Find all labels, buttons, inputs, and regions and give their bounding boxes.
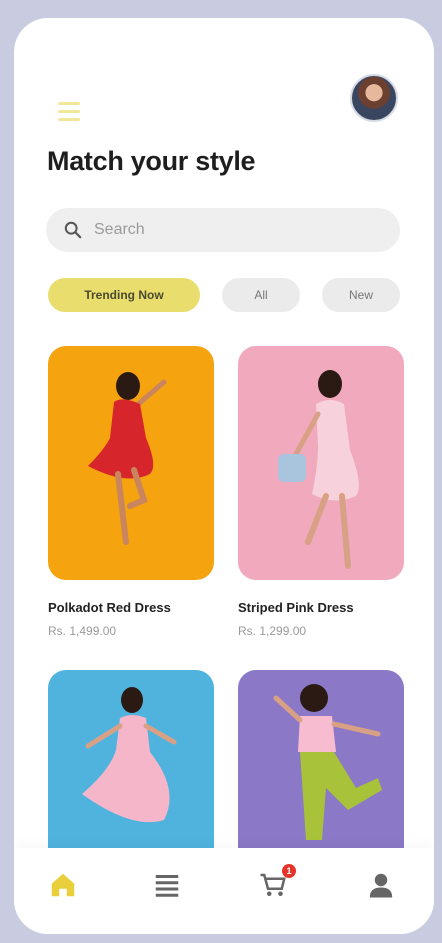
- home-icon[interactable]: [48, 870, 82, 904]
- product-image-polkadot-red-dress[interactable]: [48, 346, 214, 580]
- product-price: Rs. 1,499.00: [48, 624, 117, 638]
- bottom-navigation: 1: [14, 848, 434, 934]
- filter-chip-trending[interactable]: Trending Now: [48, 278, 200, 312]
- product-name[interactable]: Polkadot Red Dress: [48, 600, 171, 615]
- filter-chip-all[interactable]: All: [222, 278, 300, 312]
- avatar[interactable]: [350, 74, 398, 122]
- filter-chip-new[interactable]: New: [322, 278, 400, 312]
- search-input[interactable]: [92, 220, 376, 240]
- profile-icon[interactable]: [366, 870, 400, 904]
- product-price: Rs. 1,299.00: [238, 624, 307, 638]
- product-image-striped-pink-dress[interactable]: [238, 346, 404, 580]
- hamburger-menu-icon[interactable]: [58, 102, 82, 122]
- cart-icon[interactable]: 1: [258, 864, 296, 904]
- page-title: Match your style: [47, 146, 256, 177]
- list-icon[interactable]: [152, 870, 186, 904]
- search-bar[interactable]: [46, 208, 400, 252]
- title-highlight-text: style: [195, 146, 256, 176]
- phone-screen: Match your style Trending Now All New Po…: [14, 18, 434, 934]
- title-main-text: Match your: [47, 146, 196, 176]
- cart-badge: 1: [282, 864, 296, 878]
- search-icon: [64, 221, 82, 239]
- product-name[interactable]: Striped Pink Dress: [238, 600, 354, 615]
